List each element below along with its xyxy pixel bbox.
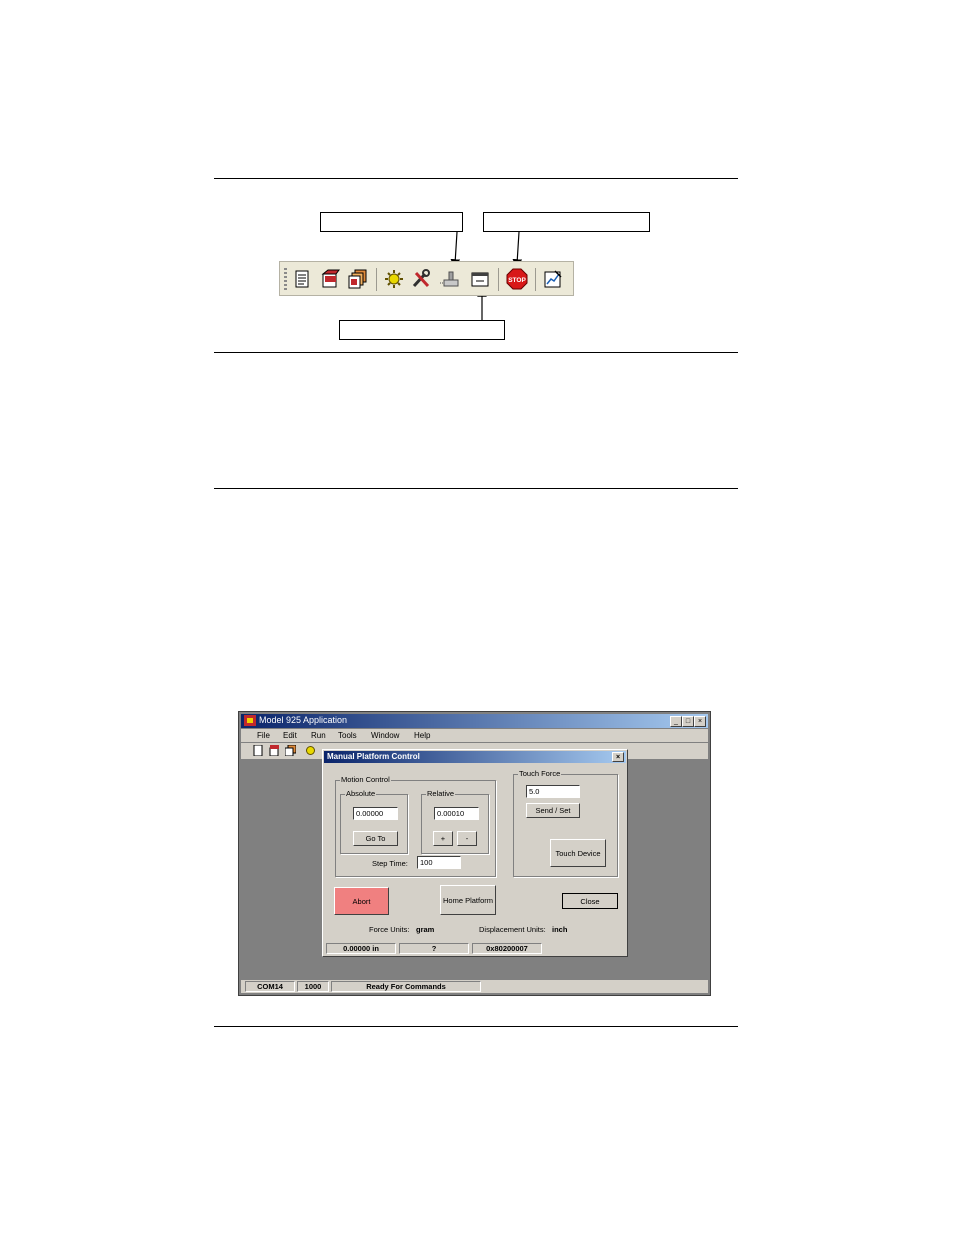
menu-window[interactable]: Window: [371, 731, 399, 740]
gear-sun-icon[interactable]: [384, 269, 404, 289]
dialog-status-state: ?: [399, 943, 469, 954]
menu-edit[interactable]: Edit: [283, 731, 297, 740]
absolute-position-input[interactable]: 0.00000: [353, 807, 398, 820]
menu-tools[interactable]: Tools: [338, 731, 357, 740]
app-logo-icon: [244, 715, 256, 726]
svg-text:STOP: STOP: [508, 277, 526, 284]
callout-arrows: [450, 231, 523, 320]
motion-control-label: Motion Control: [340, 775, 391, 784]
touch-force-group: Touch Force 5.0 Send / Set Touch Device: [513, 769, 618, 877]
displacement-units-label: Displacement Units:: [479, 925, 546, 934]
dialog-title: Manual Platform Control: [327, 752, 420, 761]
home-platform-button[interactable]: Home Platform: [440, 885, 496, 915]
menu-help[interactable]: Help: [414, 731, 430, 740]
status-count: 1000: [297, 981, 329, 992]
book-icon[interactable]: [269, 745, 279, 756]
dialog-titlebar: Manual Platform Control ×: [324, 751, 626, 763]
maximize-button[interactable]: □: [682, 716, 694, 727]
displacement-units-value: inch: [552, 925, 568, 934]
rule-middle: [214, 488, 738, 489]
touch-force-label: Touch Force: [518, 769, 562, 778]
app-status-bar: COM14 1000 Ready For Commands: [241, 980, 708, 993]
touch-device-button[interactable]: Touch Device: [550, 839, 606, 867]
stop-icon[interactable]: STOP: [506, 268, 528, 290]
notepad-icon[interactable]: [253, 745, 263, 756]
relative-step-input[interactable]: 0.00010: [434, 807, 479, 820]
send-set-button[interactable]: Send / Set: [526, 803, 580, 818]
toolbar-separator: [535, 268, 536, 291]
app-title: Model 925 Application: [259, 715, 348, 725]
step-minus-button[interactable]: -: [457, 831, 477, 846]
force-units-label: Force Units:: [369, 925, 410, 934]
manual-platform-dialog: Manual Platform Control × Motion Control…: [322, 749, 628, 957]
relative-label: Relative: [426, 789, 456, 798]
motion-control-group: Motion Control Absolute 0.00000 Go To Re…: [335, 775, 496, 877]
window-icon[interactable]: [470, 269, 490, 289]
tools-icon[interactable]: [411, 269, 431, 289]
status-port: COM14: [245, 981, 295, 992]
menu-bar: File Edit Run Tools Window Help: [241, 729, 708, 742]
chart-icon[interactable]: [543, 269, 563, 289]
app-titlebar: Model 925 Application _ □ ×: [241, 714, 708, 728]
toolbar-figure: STOP: [279, 261, 574, 296]
force-units-value: gram: [416, 925, 435, 934]
toolbar-separator: [376, 268, 377, 291]
gear-sun-icon[interactable]: [305, 745, 316, 756]
absolute-label: Absolute: [345, 789, 377, 798]
absolute-group: Absolute 0.00000 Go To: [340, 789, 408, 854]
close-button[interactable]: ×: [694, 716, 706, 727]
step-time-input[interactable]: 100: [417, 856, 461, 869]
dialog-status-code: 0x80200007: [472, 943, 542, 954]
stack-icon[interactable]: [348, 269, 368, 289]
relative-group: Relative 0.00010 + -: [421, 789, 489, 854]
book-icon[interactable]: [320, 269, 340, 289]
go-to-button[interactable]: Go To: [353, 831, 398, 846]
menu-file[interactable]: File: [257, 731, 270, 740]
rule-bottom: [214, 1026, 738, 1027]
toolbar-separator: [498, 268, 499, 291]
touch-force-input[interactable]: 5.0: [526, 785, 580, 798]
close-dialog-button[interactable]: Close: [562, 893, 618, 909]
stack-icon[interactable]: [285, 745, 296, 756]
step-plus-button[interactable]: +: [433, 831, 453, 846]
step-time-label: Step Time:: [372, 859, 408, 868]
dialog-close-button[interactable]: ×: [612, 752, 624, 762]
notepad-icon[interactable]: [292, 269, 312, 289]
arrow-right: [512, 231, 523, 269]
minimize-button[interactable]: _: [670, 716, 682, 727]
platform-icon[interactable]: [440, 269, 460, 289]
menu-run[interactable]: Run: [311, 731, 326, 740]
arrow-left: [450, 231, 461, 269]
abort-button[interactable]: Abort: [334, 887, 389, 915]
status-message: Ready For Commands: [331, 981, 481, 992]
toolbar-grip: [284, 268, 287, 290]
dialog-status-position: 0.00000 in: [326, 943, 396, 954]
